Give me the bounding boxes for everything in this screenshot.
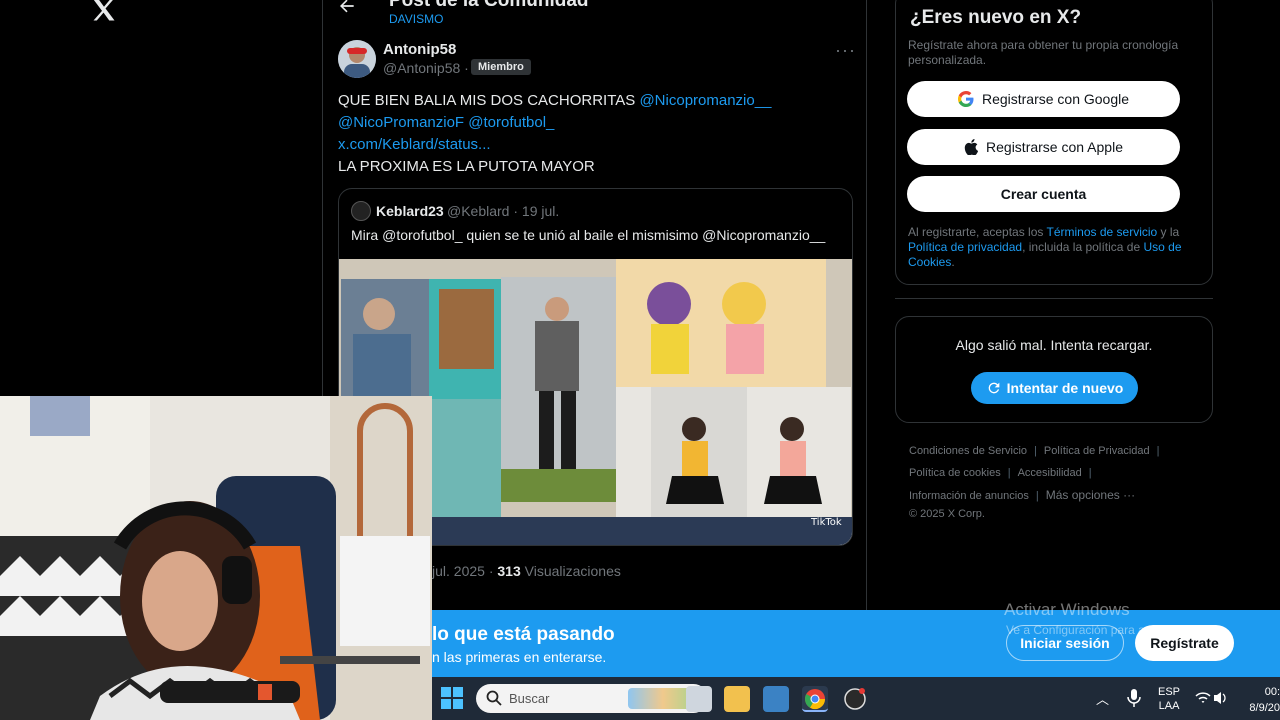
- google-icon: [957, 91, 974, 107]
- language-indicator[interactable]: ESP LAA: [1158, 685, 1180, 713]
- activate-windows-subtitle: Ve a Configuración para activar Windows.: [1006, 623, 1229, 637]
- clock-time: 00:: [1264, 686, 1280, 698]
- back-button[interactable]: [337, 0, 361, 20]
- task-view-icon[interactable]: [686, 686, 712, 712]
- taskbar-search-placeholder: Buscar: [509, 691, 550, 706]
- footer-more-link[interactable]: Más opciones ···: [1046, 488, 1135, 502]
- quote-author-handle: @Keblard · 19 jul.: [447, 203, 560, 219]
- chrome-icon[interactable]: [802, 686, 828, 712]
- file-explorer-icon[interactable]: [724, 686, 750, 712]
- sidebar-divider: [895, 298, 1213, 299]
- obs-icon[interactable]: [842, 686, 868, 712]
- signup-card: ¿Eres nuevo en X? Regístrate ahora para …: [895, 0, 1213, 285]
- post-text-line4: LA PROXIMA ES LA PUTOTA MAYOR: [338, 158, 595, 175]
- windows-taskbar: Buscar ︿ ESP LAA 00: 8/9/20: [432, 677, 1280, 720]
- post-text-line1: QUE BIEN BALIA MIS DOS CACHORRITAS: [338, 92, 640, 109]
- activate-windows-title: Activar Windows: [1004, 600, 1130, 619]
- signup-card-title: ¿Eres nuevo en X?: [910, 7, 1082, 28]
- url-link[interactable]: x.com/Keblard/status...: [338, 136, 491, 153]
- tiktok-watermark: TikTok: [811, 517, 842, 528]
- author-avatar[interactable]: [338, 40, 376, 78]
- apple-icon: [964, 139, 979, 155]
- views-count: 313: [497, 563, 521, 579]
- search-icon: [486, 690, 502, 706]
- terms-link[interactable]: Términos de servicio: [1047, 225, 1158, 239]
- quote-avatar: [351, 201, 371, 221]
- microsoft-store-icon[interactable]: [763, 686, 789, 712]
- footer-links: Condiciones de Servicio | Política de Priv…: [909, 445, 1160, 520]
- footer-terms-link[interactable]: Condiciones de Servicio: [909, 445, 1027, 457]
- language-code: ESP: [1158, 686, 1181, 698]
- keyboard-layout: LAA: [1158, 700, 1180, 712]
- error-message: Algo salió mal. Intenta recargar.: [955, 337, 1153, 353]
- taskbar-search[interactable]: Buscar: [476, 684, 708, 713]
- windows-start-icon[interactable]: [441, 687, 463, 709]
- author-name[interactable]: Antonip58: [383, 41, 456, 58]
- signup-banner-subtitle: n las primeras en enterarse.: [432, 649, 607, 665]
- mention-link[interactable]: @torofutbol_: [468, 114, 554, 131]
- arrow-left-icon: [340, 0, 354, 13]
- mention-link[interactable]: @NicoPromanzioF: [338, 114, 464, 131]
- quote-author-name: Keblard23: [376, 203, 444, 219]
- tray-expand-icon[interactable]: ︿: [1096, 689, 1109, 708]
- signup-banner-title: lo que está pasando: [432, 624, 615, 645]
- more-options-icon[interactable]: ···: [835, 40, 856, 61]
- retry-button[interactable]: Intentar de nuevo: [971, 372, 1138, 404]
- footer-cookies-link[interactable]: Política de cookies: [909, 467, 1001, 479]
- post-text: QUE BIEN BALIA MIS DOS CACHORRITAS @Nico…: [338, 90, 848, 178]
- create-account-button[interactable]: Crear cuenta: [907, 176, 1180, 212]
- mention-link[interactable]: @Nicopromanzio__: [639, 92, 771, 109]
- legal-text: .: [951, 255, 955, 269]
- views-label: Visualizaciones: [520, 563, 621, 579]
- member-badge: Miembro: [471, 59, 531, 75]
- signup-banner: lo que está pasando n las primeras en en…: [432, 610, 1280, 677]
- quote-text: Mira @torofutbol_ quien se te unió al ba…: [351, 227, 826, 243]
- refresh-icon: [988, 382, 999, 394]
- footer-accessibility-link[interactable]: Accesibilidad: [1018, 467, 1082, 479]
- error-card: Algo salió mal. Intenta recargar. Intent…: [895, 316, 1213, 423]
- x-logo-icon[interactable]: [90, 0, 118, 24]
- signup-google-label: Registrarse con Google: [981, 91, 1130, 107]
- microphone-icon[interactable]: [1126, 688, 1142, 708]
- network-volume-icon[interactable]: [1194, 689, 1228, 707]
- legal-text: , incluida la política de: [1022, 240, 1144, 254]
- signup-google-button[interactable]: Registrarse con Google: [907, 81, 1180, 117]
- community-link[interactable]: DAVISMO: [389, 12, 443, 26]
- privacy-link[interactable]: Política de privacidad: [908, 240, 1022, 254]
- signup-apple-button[interactable]: Registrarse con Apple: [907, 129, 1180, 165]
- taskbar-clock[interactable]: 00: 8/9/20: [1244, 684, 1280, 716]
- post-date: jul. 2025 ·: [432, 563, 498, 579]
- webcam-overlay: [0, 396, 432, 720]
- clock-date: 8/9/20: [1249, 702, 1280, 714]
- signup-card-description: Regístrate ahora para obtener tu propia …: [908, 38, 1179, 67]
- signup-apple-label: Registrarse con Apple: [986, 139, 1123, 155]
- footer-privacy-link[interactable]: Política de Privacidad: [1044, 445, 1150, 457]
- footer-ads-link[interactable]: Información de anuncios: [909, 490, 1029, 502]
- author-handle[interactable]: @Antonip58 ·: [383, 60, 469, 76]
- post-views: jul. 2025 · 313 Visualizaciones: [432, 563, 621, 579]
- footer-copyright: © 2025 X Corp.: [909, 508, 985, 520]
- legal-text: y la: [1157, 225, 1180, 239]
- page-title: Post de la Comunidad: [389, 0, 589, 11]
- signup-legal-text: Al registrarte, aceptas los Términos de …: [908, 225, 1198, 270]
- legal-text: Al registrarte, aceptas los: [908, 225, 1047, 239]
- retry-label: Intentar de nuevo: [1006, 380, 1124, 396]
